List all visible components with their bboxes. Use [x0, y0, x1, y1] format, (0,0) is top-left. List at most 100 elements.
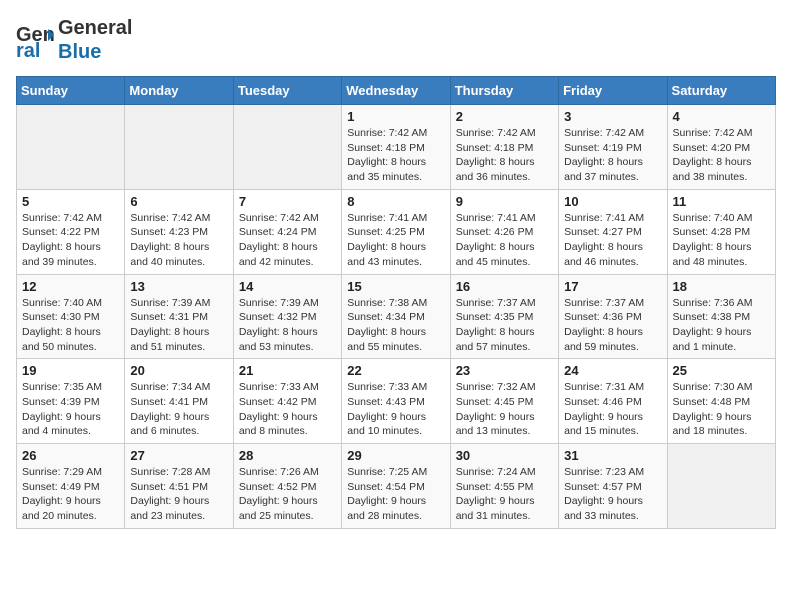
calendar-table: SundayMondayTuesdayWednesdayThursdayFrid…: [16, 76, 776, 529]
cell-day-number: 28: [239, 448, 336, 463]
logo: Gene ral General Blue: [16, 16, 132, 64]
cell-day-number: 2: [456, 109, 553, 124]
cell-day-info: Sunrise: 7:30 AM Sunset: 4:48 PM Dayligh…: [673, 380, 770, 439]
cell-day-number: 12: [22, 279, 119, 294]
calendar-cell: 1 Sunrise: 7:42 AM Sunset: 4:18 PM Daylig…: [342, 105, 450, 190]
calendar-cell: 14 Sunrise: 7:39 AM Sunset: 4:32 PM Dayli…: [233, 274, 341, 359]
cell-day-number: 30: [456, 448, 553, 463]
page-header: Gene ral General Blue: [16, 16, 776, 64]
cell-day-number: 31: [564, 448, 661, 463]
calendar-cell: [17, 105, 125, 190]
calendar-cell: 12 Sunrise: 7:40 AM Sunset: 4:30 PM Dayli…: [17, 274, 125, 359]
cell-day-number: 5: [22, 194, 119, 209]
cell-day-number: 24: [564, 363, 661, 378]
weekday-saturday: Saturday: [667, 77, 775, 105]
calendar-cell: 18 Sunrise: 7:36 AM Sunset: 4:38 PM Dayli…: [667, 274, 775, 359]
cell-day-info: Sunrise: 7:29 AM Sunset: 4:49 PM Dayligh…: [22, 465, 119, 524]
weekday-monday: Monday: [125, 77, 233, 105]
cell-day-number: 8: [347, 194, 444, 209]
weekday-wednesday: Wednesday: [342, 77, 450, 105]
calendar-cell: 11 Sunrise: 7:40 AM Sunset: 4:28 PM Dayli…: [667, 189, 775, 274]
calendar-cell: 20 Sunrise: 7:34 AM Sunset: 4:41 PM Dayli…: [125, 359, 233, 444]
calendar-week-3: 12 Sunrise: 7:40 AM Sunset: 4:30 PM Dayli…: [17, 274, 776, 359]
calendar-cell: 17 Sunrise: 7:37 AM Sunset: 4:36 PM Dayli…: [559, 274, 667, 359]
cell-day-info: Sunrise: 7:36 AM Sunset: 4:38 PM Dayligh…: [673, 296, 770, 355]
cell-day-info: Sunrise: 7:42 AM Sunset: 4:24 PM Dayligh…: [239, 211, 336, 270]
calendar-cell: 7 Sunrise: 7:42 AM Sunset: 4:24 PM Daylig…: [233, 189, 341, 274]
cell-day-number: 13: [130, 279, 227, 294]
calendar-cell: 28 Sunrise: 7:26 AM Sunset: 4:52 PM Dayli…: [233, 444, 341, 529]
logo-icon: Gene ral: [16, 21, 54, 59]
calendar-cell: 9Sunrise: 7:41 AM Sunset: 4:26 PM Daylig…: [450, 189, 558, 274]
cell-day-number: 19: [22, 363, 119, 378]
calendar-cell: 31 Sunrise: 7:23 AM Sunset: 4:57 PM Dayli…: [559, 444, 667, 529]
calendar-cell: [233, 105, 341, 190]
calendar-cell: 13 Sunrise: 7:39 AM Sunset: 4:31 PM Dayli…: [125, 274, 233, 359]
cell-day-info: Sunrise: 7:37 AM Sunset: 4:36 PM Dayligh…: [564, 296, 661, 355]
cell-day-number: 3: [564, 109, 661, 124]
calendar-cell: 19 Sunrise: 7:35 AM Sunset: 4:39 PM Dayli…: [17, 359, 125, 444]
logo-name-blue: Blue: [58, 40, 132, 64]
cell-day-info: Sunrise: 7:26 AM Sunset: 4:52 PM Dayligh…: [239, 465, 336, 524]
cell-day-number: 25: [673, 363, 770, 378]
weekday-tuesday: Tuesday: [233, 77, 341, 105]
cell-day-number: 4: [673, 109, 770, 124]
cell-day-number: 26: [22, 448, 119, 463]
calendar-cell: 6Sunrise: 7:42 AM Sunset: 4:23 PM Daylig…: [125, 189, 233, 274]
cell-day-info: Sunrise: 7:34 AM Sunset: 4:41 PM Dayligh…: [130, 380, 227, 439]
cell-day-info: Sunrise: 7:40 AM Sunset: 4:28 PM Dayligh…: [673, 211, 770, 270]
cell-day-info: Sunrise: 7:33 AM Sunset: 4:42 PM Dayligh…: [239, 380, 336, 439]
cell-day-number: 21: [239, 363, 336, 378]
cell-day-number: 14: [239, 279, 336, 294]
calendar-cell: 30 Sunrise: 7:24 AM Sunset: 4:55 PM Dayli…: [450, 444, 558, 529]
cell-day-info: Sunrise: 7:41 AM Sunset: 4:26 PM Dayligh…: [456, 211, 553, 270]
cell-day-info: Sunrise: 7:42 AM Sunset: 4:18 PM Dayligh…: [347, 126, 444, 185]
cell-day-number: 17: [564, 279, 661, 294]
cell-day-info: Sunrise: 7:35 AM Sunset: 4:39 PM Dayligh…: [22, 380, 119, 439]
cell-day-info: Sunrise: 7:39 AM Sunset: 4:31 PM Dayligh…: [130, 296, 227, 355]
calendar-week-2: 5Sunrise: 7:42 AM Sunset: 4:22 PM Daylig…: [17, 189, 776, 274]
weekday-friday: Friday: [559, 77, 667, 105]
cell-day-info: Sunrise: 7:41 AM Sunset: 4:25 PM Dayligh…: [347, 211, 444, 270]
calendar-week-1: 1 Sunrise: 7:42 AM Sunset: 4:18 PM Daylig…: [17, 105, 776, 190]
calendar-cell: 10 Sunrise: 7:41 AM Sunset: 4:27 PM Dayli…: [559, 189, 667, 274]
calendar-cell: 23Sunrise: 7:32 AM Sunset: 4:45 PM Dayli…: [450, 359, 558, 444]
cell-day-info: Sunrise: 7:23 AM Sunset: 4:57 PM Dayligh…: [564, 465, 661, 524]
cell-day-number: 18: [673, 279, 770, 294]
cell-day-number: 27: [130, 448, 227, 463]
calendar-week-5: 26 Sunrise: 7:29 AM Sunset: 4:49 PM Dayli…: [17, 444, 776, 529]
cell-day-info: Sunrise: 7:28 AM Sunset: 4:51 PM Dayligh…: [130, 465, 227, 524]
calendar-week-4: 19 Sunrise: 7:35 AM Sunset: 4:39 PM Dayli…: [17, 359, 776, 444]
weekday-header-row: SundayMondayTuesdayWednesdayThursdayFrid…: [17, 77, 776, 105]
cell-day-info: Sunrise: 7:39 AM Sunset: 4:32 PM Dayligh…: [239, 296, 336, 355]
calendar-cell: 16Sunrise: 7:37 AM Sunset: 4:35 PM Dayli…: [450, 274, 558, 359]
cell-day-number: 29: [347, 448, 444, 463]
cell-day-info: Sunrise: 7:42 AM Sunset: 4:19 PM Dayligh…: [564, 126, 661, 185]
cell-day-info: Sunrise: 7:32 AM Sunset: 4:45 PM Dayligh…: [456, 380, 553, 439]
cell-day-number: 11: [673, 194, 770, 209]
calendar-cell: 4Sunrise: 7:42 AM Sunset: 4:20 PM Daylig…: [667, 105, 775, 190]
calendar-cell: 21 Sunrise: 7:33 AM Sunset: 4:42 PM Dayli…: [233, 359, 341, 444]
cell-day-info: Sunrise: 7:24 AM Sunset: 4:55 PM Dayligh…: [456, 465, 553, 524]
cell-day-info: Sunrise: 7:25 AM Sunset: 4:54 PM Dayligh…: [347, 465, 444, 524]
calendar-cell: 22Sunrise: 7:33 AM Sunset: 4:43 PM Dayli…: [342, 359, 450, 444]
cell-day-number: 10: [564, 194, 661, 209]
cell-day-info: Sunrise: 7:38 AM Sunset: 4:34 PM Dayligh…: [347, 296, 444, 355]
calendar-cell: 27 Sunrise: 7:28 AM Sunset: 4:51 PM Dayli…: [125, 444, 233, 529]
calendar-cell: 8 Sunrise: 7:41 AM Sunset: 4:25 PM Daylig…: [342, 189, 450, 274]
cell-day-info: Sunrise: 7:33 AM Sunset: 4:43 PM Dayligh…: [347, 380, 444, 439]
cell-day-number: 7: [239, 194, 336, 209]
calendar-cell: 29 Sunrise: 7:25 AM Sunset: 4:54 PM Dayli…: [342, 444, 450, 529]
cell-day-number: 20: [130, 363, 227, 378]
logo-name-general: General: [58, 16, 132, 40]
calendar-cell: 25 Sunrise: 7:30 AM Sunset: 4:48 PM Dayli…: [667, 359, 775, 444]
calendar-cell: 26 Sunrise: 7:29 AM Sunset: 4:49 PM Dayli…: [17, 444, 125, 529]
calendar-cell: [125, 105, 233, 190]
cell-day-info: Sunrise: 7:41 AM Sunset: 4:27 PM Dayligh…: [564, 211, 661, 270]
cell-day-info: Sunrise: 7:37 AM Sunset: 4:35 PM Dayligh…: [456, 296, 553, 355]
cell-day-number: 6: [130, 194, 227, 209]
cell-day-number: 1: [347, 109, 444, 124]
weekday-thursday: Thursday: [450, 77, 558, 105]
cell-day-info: Sunrise: 7:40 AM Sunset: 4:30 PM Dayligh…: [22, 296, 119, 355]
calendar-cell: 2Sunrise: 7:42 AM Sunset: 4:18 PM Daylig…: [450, 105, 558, 190]
